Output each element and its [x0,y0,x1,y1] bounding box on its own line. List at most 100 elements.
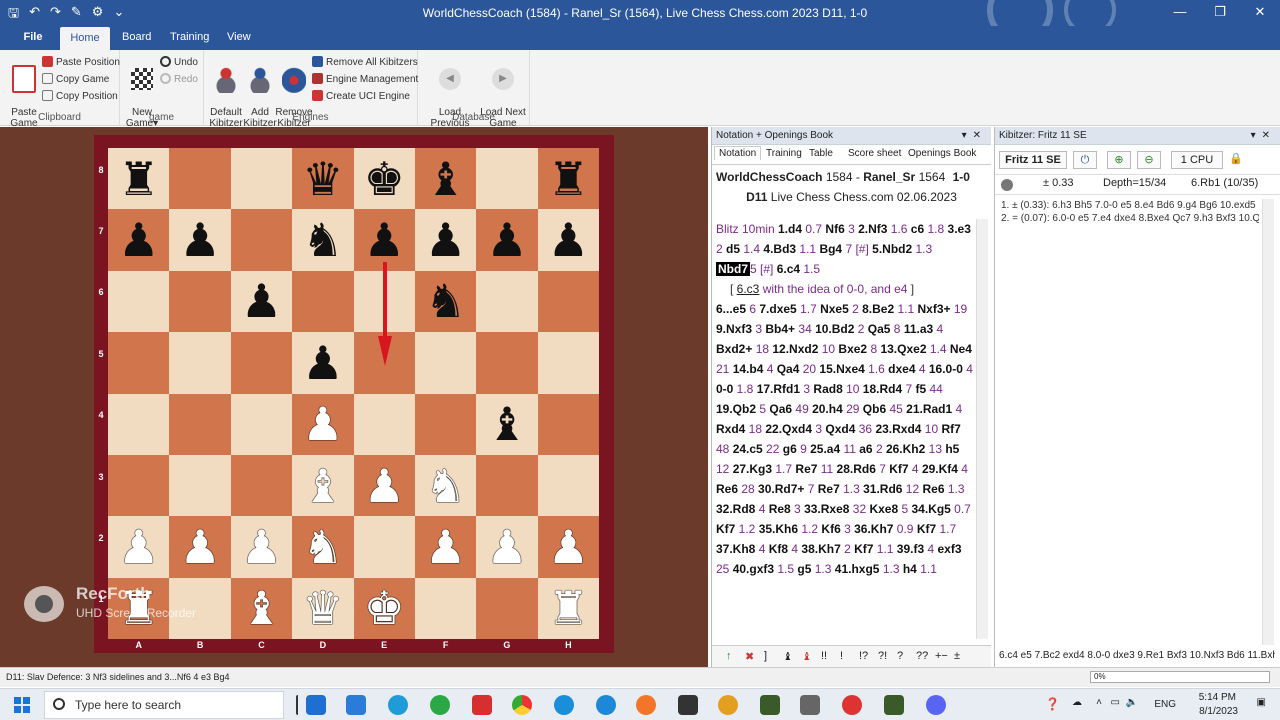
current-move[interactable]: Nbd7 [716,262,750,276]
store-icon[interactable] [346,695,366,715]
stop-engine-icon[interactable]: ⏻ [1073,151,1097,169]
move[interactable]: 26.Kh2 [886,442,925,456]
square-c1[interactable]: ♝ [230,577,293,639]
move[interactable]: 28.Rd6 [837,462,876,476]
black-pawn-piece[interactable]: ♟ [548,217,589,263]
move[interactable]: 24.c5 [733,442,763,456]
move-list[interactable]: Blitz 10min 1.d4 0.7 Nf6 3 2.Nf3 1.6 c6 … [716,219,974,637]
square-d3[interactable]: ♝ [292,454,354,517]
move[interactable]: Kf7 [917,522,936,536]
cpu-button[interactable]: 1 CPU [1171,151,1223,169]
tab-notation[interactable]: Notation [714,146,762,160]
square-f7[interactable]: ♟ [414,209,477,271]
chrome-icon[interactable] [512,695,532,715]
white-pawn-piece[interactable]: ♟ [179,524,220,570]
move[interactable]: 40.gxf3 [733,562,774,576]
notification-icon[interactable]: ▣ [1257,697,1266,708]
square-c3[interactable] [230,454,293,517]
move[interactable]: 38.Kh7 [801,542,840,556]
tab-openings-book[interactable]: Openings Book [908,148,976,159]
help-icon[interactable]: ❓ [1045,697,1060,711]
square-e8[interactable]: ♚ [353,148,415,210]
square-e1[interactable]: ♚ [353,577,415,639]
square-d8[interactable]: ♛ [292,148,354,210]
black-pawn-piece[interactable]: ♟ [241,278,282,324]
cloud-icon[interactable]: ☁ [1072,697,1082,708]
black-pawn-piece[interactable]: ♟ [118,217,159,263]
white-pawn-piece[interactable]: ♟ [548,524,589,570]
minimize-button[interactable]: — [1160,0,1200,26]
annotation-symbol-button[interactable]: ↑ [726,650,732,662]
move[interactable]: c6 [911,222,924,236]
move[interactable]: 37.Kh8 [716,542,755,556]
clock-time[interactable]: 5:14 PM [1199,692,1236,703]
firefox-icon[interactable] [636,695,656,715]
network-icon[interactable]: ▭ [1111,697,1120,708]
panel-menu-icon[interactable]: ▾ [1251,130,1262,141]
move[interactable]: Qa6 [769,402,792,416]
black-pawn-piece[interactable]: ♟ [364,217,405,263]
move[interactable]: dxe4 [888,362,915,376]
square-h8[interactable]: ♜ [537,148,599,210]
edge-icon[interactable] [596,695,616,715]
move[interactable]: Qa4 [777,362,800,376]
move[interactable]: Kf8 [769,542,788,556]
move[interactable]: Kf6 [821,522,840,536]
move[interactable]: 1.d4 [778,222,802,236]
task-view-icon[interactable] [296,695,300,715]
move[interactable]: Bxe2 [838,342,867,356]
windows-start-icon[interactable] [14,697,30,713]
redo-button[interactable]: Redo [160,72,198,88]
white-pawn-piece[interactable]: ♟ [241,524,282,570]
move[interactable]: 25.a4 [810,442,840,456]
black-rook-piece[interactable]: ♜ [118,156,159,202]
square-g3[interactable] [476,454,538,517]
square-c5[interactable] [230,332,293,394]
square-c6[interactable]: ♟ [230,270,293,333]
move[interactable]: 14.b4 [733,362,764,376]
black-rook-piece[interactable]: ♜ [548,156,589,202]
discord-icon[interactable] [926,695,946,715]
move[interactable]: Qxd4 [825,422,855,436]
square-b5[interactable] [169,332,231,394]
move[interactable]: 18.Rd4 [863,382,902,396]
square-g2[interactable]: ♟ [476,516,538,578]
square-g5[interactable] [476,332,538,394]
move[interactable]: g5 [797,562,811,576]
move[interactable]: Nxe5 [820,302,849,316]
square-a7[interactable]: ♟ [108,209,170,271]
move[interactable]: Bb4+ [765,322,795,336]
annotation-symbol-button[interactable]: +− [935,650,948,662]
terminal-icon[interactable] [678,695,698,715]
zoom-out-icon[interactable]: ⊖ [1137,151,1161,169]
black-knight-piece[interactable]: ♞ [425,278,466,324]
square-b6[interactable] [169,270,231,333]
white-pawn-piece[interactable]: ♟ [302,401,343,447]
annotation-symbol-button[interactable]: ± [954,650,960,662]
move[interactable]: 9.Nxf3 [716,322,752,336]
move[interactable]: Bxd2+ [716,342,752,356]
tab-training[interactable]: Training [170,31,209,43]
tab-view[interactable]: View [227,31,251,43]
black-bishop-piece[interactable]: ♝ [486,401,527,447]
engine-line-2[interactable]: 2. = (0.07): 6.0-0 e5 7.e4 dxe4 8.Bxe4 Q… [1001,212,1259,225]
annotation-symbol-button[interactable]: ?? [916,650,928,662]
move[interactable]: 32.Rd8 [716,502,755,516]
tab-home[interactable]: Home [60,27,110,50]
annotation-symbol-button[interactable]: ! [840,650,843,662]
square-g8[interactable] [476,148,538,210]
square-a4[interactable] [108,393,170,455]
square-d4[interactable]: ♟ [292,393,354,455]
white-bishop-piece[interactable]: ♝ [302,463,343,509]
square-d5[interactable]: ♟ [292,332,354,394]
square-c2[interactable]: ♟ [230,516,293,578]
black-king-piece[interactable]: ♚ [364,156,405,202]
move[interactable]: 41.hxg5 [835,562,880,576]
recorder-icon[interactable] [842,695,862,715]
black-pawn-piece[interactable]: ♟ [425,217,466,263]
annotation-symbol-button[interactable]: ?! [878,650,887,662]
annotation-symbol-button[interactable]: ? [897,650,903,662]
black-queen-piece[interactable]: ♛ [302,156,343,202]
move[interactable]: 34.Kg5 [911,502,950,516]
square-a3[interactable] [108,454,170,517]
